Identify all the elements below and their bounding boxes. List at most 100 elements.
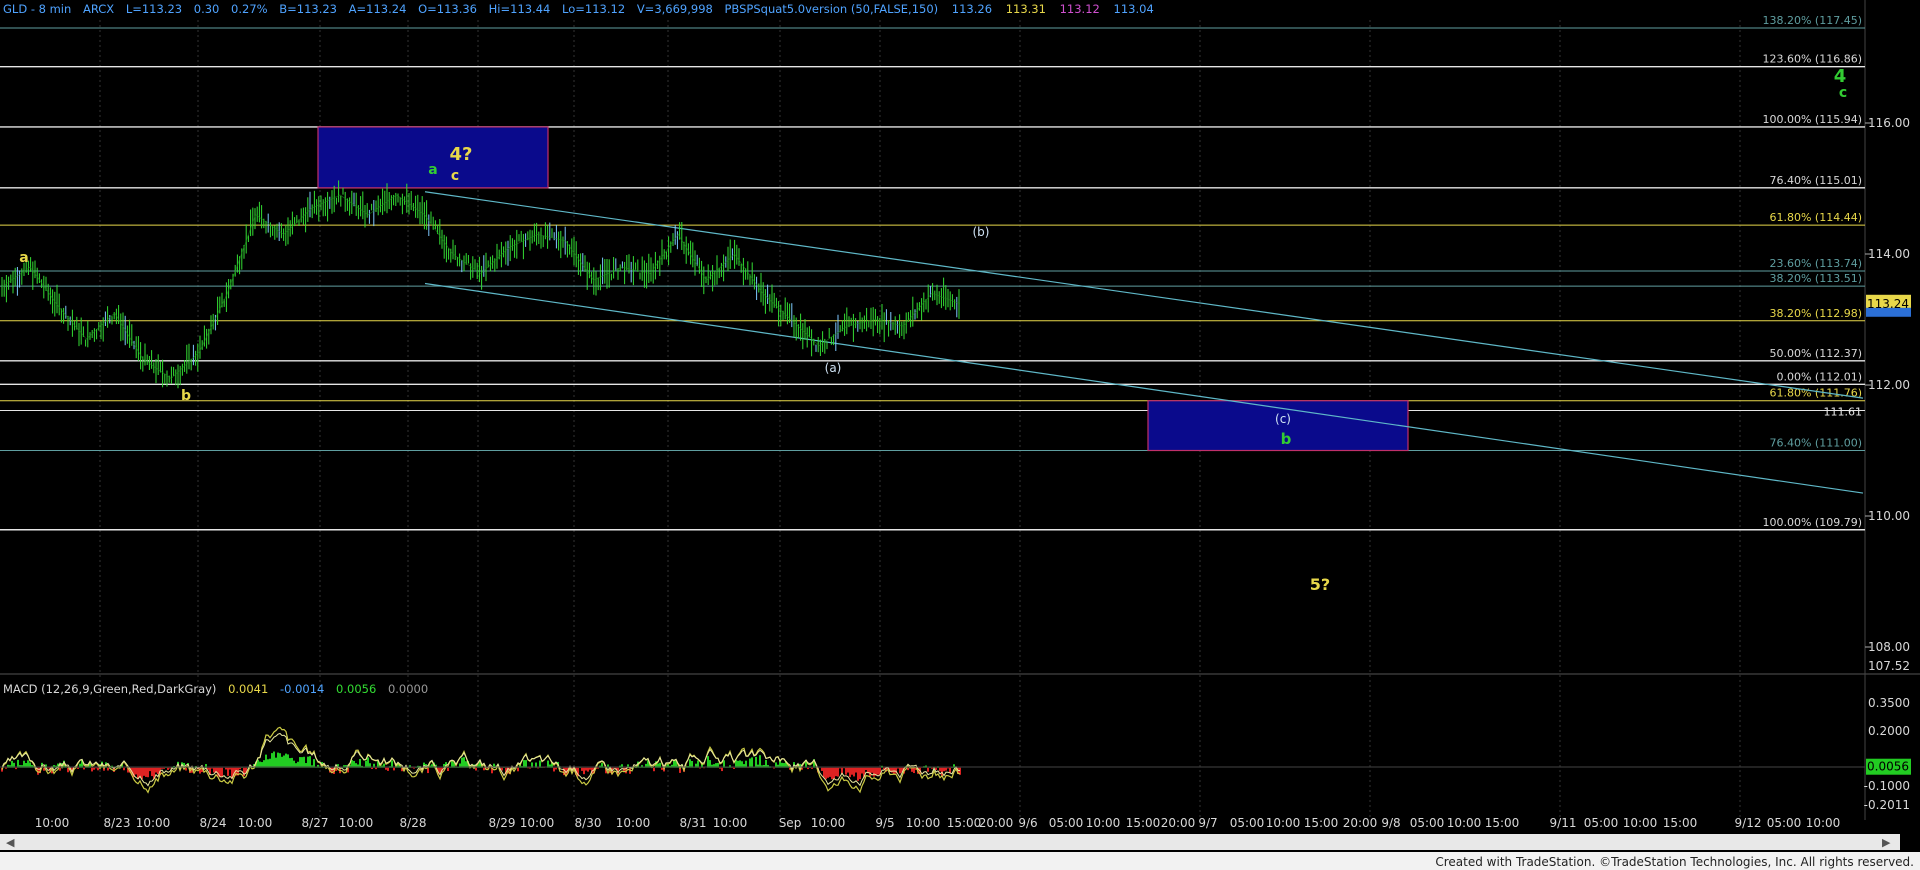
last-price-label: 113.24 xyxy=(1867,297,1909,311)
macd-value-2: -0.0014 xyxy=(280,682,324,696)
time-tick-label: 10:00 xyxy=(1086,816,1121,830)
macd-name: MACD (12,26,9,Green,Red,DarkGray) xyxy=(3,682,216,696)
time-tick-label: 05:00 xyxy=(1230,816,1265,830)
scrollbar-track[interactable] xyxy=(0,834,1900,850)
time-tick-label: 20:00 xyxy=(979,816,1014,830)
high-label: Hi=113.44 xyxy=(489,2,551,16)
wave-label: (c) xyxy=(1275,412,1291,426)
wave-label: b xyxy=(1281,430,1292,448)
fib-label: 123.60% (116.86) xyxy=(1762,53,1862,66)
time-tick-label: 8/27 xyxy=(302,816,329,830)
time-tick-label: 15:00 xyxy=(1304,816,1339,830)
ask-label: A=113.24 xyxy=(349,2,407,16)
indicator-value-4: 113.04 xyxy=(1114,2,1154,16)
fib-label: 38.20% (113.51) xyxy=(1769,272,1862,285)
wave-label: 4? xyxy=(450,144,473,165)
time-tick-label: 05:00 xyxy=(1410,816,1445,830)
time-tick-label: 9/7 xyxy=(1198,816,1217,830)
horizontal-scrollbar[interactable]: ◀ ▶ xyxy=(0,834,1900,850)
fib-label: 61.80% (111.76) xyxy=(1769,387,1862,400)
open-label: O=113.36 xyxy=(418,2,477,16)
time-tick-label: 05:00 xyxy=(1049,816,1084,830)
time-tick-label: 10:00 xyxy=(35,816,70,830)
exchange-label: ARCX xyxy=(83,2,114,16)
fib-label: 100.00% (109.79) xyxy=(1762,516,1862,529)
time-tick-label: 9/5 xyxy=(875,816,894,830)
time-tick-label: 10:00 xyxy=(1447,816,1482,830)
time-tick-label: 10:00 xyxy=(811,816,846,830)
change-label: 0.30 xyxy=(194,2,220,16)
indicator-value-2: 113.31 xyxy=(1006,2,1046,16)
time-tick-label: 9/8 xyxy=(1381,816,1400,830)
wave-label: c xyxy=(1839,85,1847,101)
price-tick-label: 112.00 xyxy=(1868,378,1910,392)
wave-label: c xyxy=(451,168,459,184)
time-tick-label: 10:00 xyxy=(1266,816,1301,830)
time-tick-label: 10:00 xyxy=(238,816,273,830)
macd-tick-label: -0.2011 xyxy=(1864,798,1910,812)
time-tick-label: 8/31 xyxy=(680,816,707,830)
wave-label: a xyxy=(428,162,437,178)
time-tick-label: 15:00 xyxy=(1126,816,1161,830)
time-tick-label: 9/12 xyxy=(1735,816,1762,830)
time-tick-label: 10:00 xyxy=(616,816,651,830)
macd-tick-label: -0.1000 xyxy=(1864,779,1910,793)
time-tick-label: 10:00 xyxy=(713,816,748,830)
wave-label: a xyxy=(19,250,28,266)
price-tick-label: 114.00 xyxy=(1868,247,1910,261)
macd-value-1: 0.0041 xyxy=(228,682,268,696)
indicator-value-1: 113.26 xyxy=(952,2,992,16)
time-tick-label: 15:00 xyxy=(947,816,982,830)
macd-header: MACD (12,26,9,Green,Red,DarkGray) 0.0041… xyxy=(3,682,428,696)
time-tick-label: 8/24 xyxy=(200,816,227,830)
wave-label: 5? xyxy=(1310,575,1330,594)
macd-tick-label: 0.2000 xyxy=(1868,724,1910,738)
chart-canvas: 138.20% (117.45) 123.60% (116.86) 100.00% … xyxy=(0,0,1920,870)
time-tick-label: 8/30 xyxy=(575,816,602,830)
fib-label: 76.40% (111.00) xyxy=(1769,437,1862,450)
macd-value-4: 0.0000 xyxy=(388,682,428,696)
macd-last-label: 0.0056 xyxy=(1867,760,1909,774)
time-tick-label: 8/28 xyxy=(400,816,427,830)
price-tick-label: 116.00 xyxy=(1868,116,1910,130)
time-tick-label: 20:00 xyxy=(1161,816,1196,830)
symbol-label: GLD - 8 min xyxy=(3,2,71,16)
fib-label: 100.00% (115.94) xyxy=(1762,113,1862,126)
scroll-left-icon[interactable]: ◀ xyxy=(6,836,15,849)
time-tick-label: 10:00 xyxy=(339,816,374,830)
fib-label: 138.20% (117.45) xyxy=(1762,14,1862,27)
fib-label: 23.60% (113.74) xyxy=(1769,257,1862,270)
time-tick-label: 20:00 xyxy=(1343,816,1378,830)
time-tick-label: 10:00 xyxy=(136,816,171,830)
target-box xyxy=(317,126,549,189)
macd-tick-label: 0.3500 xyxy=(1868,696,1910,710)
time-tick-label: 10:00 xyxy=(1806,816,1841,830)
level-line-label: 111.61 xyxy=(1824,406,1863,419)
time-tick-label: 9/6 xyxy=(1018,816,1037,830)
time-tick-label: 10:00 xyxy=(520,816,555,830)
macd-value-3: 0.0056 xyxy=(336,682,376,696)
chart-header: GLD - 8 min ARCX L=113.23 0.30 0.27% B=1… xyxy=(3,2,1154,16)
time-tick-label: 05:00 xyxy=(1767,816,1802,830)
time-tick-label: 8/23 xyxy=(104,816,131,830)
fib-label: 50.00% (112.37) xyxy=(1769,347,1862,360)
fib-label: 38.20% (112.98) xyxy=(1769,307,1862,320)
wave-label: b xyxy=(181,388,191,404)
fib-label: 61.80% (114.44) xyxy=(1769,211,1862,224)
fib-label: 76.40% (115.01) xyxy=(1769,174,1862,187)
time-tick-label: 05:00 xyxy=(1584,816,1619,830)
fib-label: 0.00% (112.01) xyxy=(1776,370,1862,383)
last-price-label: L=113.23 xyxy=(126,2,182,16)
price-tick-label: 108.00 xyxy=(1868,640,1910,654)
time-axis: 10:00 8/23 10:00 8/24 10:00 8/27 10:00 8/28 8/29… xyxy=(35,816,1841,830)
wave-label: 4 xyxy=(1834,66,1847,87)
time-tick-label: 15:00 xyxy=(1663,816,1698,830)
footer-copyright: Created with TradeStation. ©TradeStation… xyxy=(1435,855,1914,869)
time-tick-label: 10:00 xyxy=(906,816,941,830)
low-label: Lo=113.12 xyxy=(562,2,625,16)
change-pct-label: 0.27% xyxy=(231,2,268,16)
price-range-low: 107.52 xyxy=(1868,659,1910,673)
price-tick-label: 110.00 xyxy=(1868,509,1910,523)
time-tick-label: Sep xyxy=(779,816,802,830)
scroll-right-icon[interactable]: ▶ xyxy=(1882,836,1891,849)
